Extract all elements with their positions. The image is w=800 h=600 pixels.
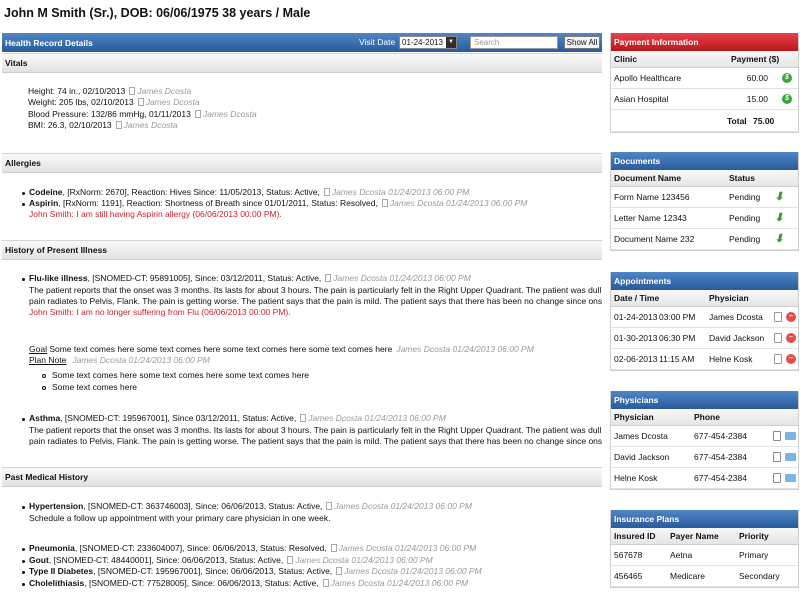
download-icon[interactable]: ⬇: [774, 234, 784, 245]
insurance-row: 567678 Aetna Primary: [611, 545, 798, 566]
search-input[interactable]: Search: [470, 36, 558, 49]
view-icon[interactable]: [773, 431, 781, 441]
pmh-item: Cholelithiasis, [SNOMED-CT: 77528005], S…: [29, 578, 469, 588]
documents-table-header: Document Name Status: [611, 170, 798, 187]
payment-panel: Payment Information Clinic Payment ($) A…: [610, 33, 799, 133]
appointments-panel: Appointments Date / Time Physician 01-24…: [610, 272, 799, 371]
appointments-header: Appointments: [611, 272, 798, 290]
payment-header: Payment Information: [611, 33, 798, 51]
view-icon[interactable]: [774, 312, 782, 322]
physicians-header: Physicians: [611, 391, 798, 409]
document-icon: [325, 274, 332, 282]
appointments-table-header: Date / Time Physician: [611, 290, 798, 307]
view-icon[interactable]: [774, 333, 782, 343]
documents-header: Documents: [611, 152, 798, 170]
goal-line: Goal Some text comes here some text come…: [29, 344, 534, 354]
health-record-panel: Health Record Details Visit Date 01-24-2…: [2, 33, 602, 600]
payment-total-row: Total 75.00: [611, 110, 798, 132]
download-icon[interactable]: ⬇: [774, 192, 784, 203]
document-icon: [381, 199, 388, 207]
hpi-description: The patient reports that the onset was 3…: [29, 285, 602, 295]
mail-icon[interactable]: [785, 432, 796, 440]
visit-date-select[interactable]: 01-24-2013 ▼: [399, 36, 457, 49]
health-record-header: Health Record Details Visit Date 01-24-2…: [2, 33, 602, 52]
pmh-item: Pneumonia, [SNOMED-CT: 233604007], Since…: [29, 543, 477, 553]
document-icon: [194, 110, 201, 118]
document-row: Form Name 123456 Pending ⬇: [611, 187, 798, 208]
plan-note-item: Some text comes here some text comes her…: [52, 370, 309, 380]
view-icon[interactable]: [773, 473, 781, 483]
mail-icon[interactable]: [785, 474, 796, 482]
section-allergies: Allergies: [2, 153, 602, 173]
delete-icon[interactable]: –: [786, 354, 796, 364]
hpi-item-asthma: Asthma, [SNOMED-CT: 195967001], Since 03…: [29, 413, 446, 423]
show-all-button[interactable]: Show All: [564, 36, 600, 49]
download-icon[interactable]: ⬇: [774, 213, 784, 224]
section-history-present-illness: History of Present Illness: [2, 240, 602, 260]
physicians-panel: Physicians Physician Phone James Dcosta …: [610, 391, 799, 490]
document-icon: [336, 567, 343, 575]
pmh-item: Hypertension, [SNOMED-CT: 363746003], Si…: [29, 501, 472, 511]
goal-link[interactable]: Goal: [29, 344, 47, 354]
appointment-row: 01-30-2013 06:30 PM David Jackson –: [611, 328, 798, 349]
vital-item: Height: 74 in., 02/10/2013 James Dcosta: [28, 86, 192, 96]
allergy-item: Codeine, [RxNorm: 2670], Reaction: Hives…: [29, 187, 470, 197]
appointment-row: 02-06-2013 11:15 AM Helne Kosk –: [611, 349, 798, 370]
dollar-icon[interactable]: $: [782, 73, 792, 83]
plan-note-item: Some text comes here: [52, 382, 138, 392]
plan-note-line: Plan Note James Dcosta 01/24/2013 06:00 P…: [29, 355, 210, 365]
insurance-row: 456465 Medicare Secondary: [611, 566, 798, 587]
section-past-medical-history: Past Medical History: [2, 467, 602, 487]
payment-row: Apollo Healthcare 60.00 $: [611, 68, 798, 89]
view-icon[interactable]: [774, 354, 782, 364]
visit-date-label: Visit Date: [359, 37, 396, 47]
vital-item: BMI: 26.3, 02/10/2013 James Dcosta: [28, 120, 178, 130]
insurance-panel: Insurance Plans Insured ID Payer Name Pr…: [610, 510, 799, 588]
section-vitals: Vitals: [2, 53, 602, 73]
physician-row: David Jackson 677-454-2384: [611, 447, 798, 468]
hpi-description: The patient reports that the onset was 3…: [29, 425, 602, 435]
document-icon: [322, 579, 329, 587]
vital-item: Weight: 205 lbs, 02/10/2013 James Dcosta: [28, 97, 200, 107]
document-row: Letter Name 12343 Pending ⬇: [611, 208, 798, 229]
insurance-header: Insurance Plans: [611, 510, 798, 528]
payment-table-header: Clinic Payment ($): [611, 51, 798, 68]
view-icon[interactable]: [773, 452, 781, 462]
patient-note: John Smith: I am still having Aspirin al…: [29, 209, 282, 219]
vital-item: Blood Pressure: 132/86 mmHg, 01/11/2013 J…: [28, 109, 257, 119]
appointment-row: 01-24-2013 03:00 PM James Dcosta –: [611, 307, 798, 328]
document-icon: [300, 414, 307, 422]
delete-icon[interactable]: –: [786, 312, 796, 322]
document-row: Document Name 232 Pending ⬇: [611, 229, 798, 250]
health-record-title: Health Record Details: [5, 37, 93, 48]
physician-row: Helne Kosk 677-454-2384: [611, 468, 798, 489]
dollar-icon[interactable]: $: [782, 94, 792, 104]
pmh-item: Gout, [SNOMED-CT: 48440001], Since: 06/0…: [29, 555, 433, 565]
allergy-item: Aspirin, [RxNorm: 1191], Reaction: Short…: [29, 198, 528, 208]
hpi-description: pain radiates to Pelvis, Flank. The pain…: [29, 436, 602, 446]
insurance-table-header: Insured ID Payer Name Priority: [611, 528, 798, 545]
document-icon: [129, 87, 136, 95]
payment-row: Asian Hospital 15.00 $: [611, 89, 798, 110]
document-icon: [287, 556, 294, 564]
hpi-item-flu: Flu-like illness, [SNOMED-CT: 95891005],…: [29, 273, 471, 283]
documents-panel: Documents Document Name Status Form Name…: [610, 152, 799, 251]
patient-note: John Smith: I am no longer suffering fro…: [29, 307, 291, 317]
dropdown-arrow-icon[interactable]: ▼: [446, 37, 456, 48]
physician-row: James Dcosta 677-454-2384: [611, 426, 798, 447]
document-icon: [137, 98, 144, 106]
document-icon: [330, 544, 337, 552]
pmh-item: Type II Diabetes, [SNOMED-CT: 195967001]…: [29, 566, 482, 576]
mail-icon[interactable]: [785, 453, 796, 461]
delete-icon[interactable]: –: [786, 333, 796, 343]
physicians-table-header: Physician Phone: [611, 409, 798, 426]
plan-note-link[interactable]: Plan Note: [29, 355, 66, 365]
pmh-description: Schedule a follow up appointment with yo…: [29, 513, 331, 523]
document-icon: [323, 188, 330, 196]
document-icon: [115, 121, 122, 129]
document-icon: [326, 502, 333, 510]
patient-title: John M Smith (Sr.), DOB: 06/06/1975 38 y…: [4, 6, 311, 20]
hpi-description: pain radiates to Pelvis, Flank. The pain…: [29, 296, 602, 306]
